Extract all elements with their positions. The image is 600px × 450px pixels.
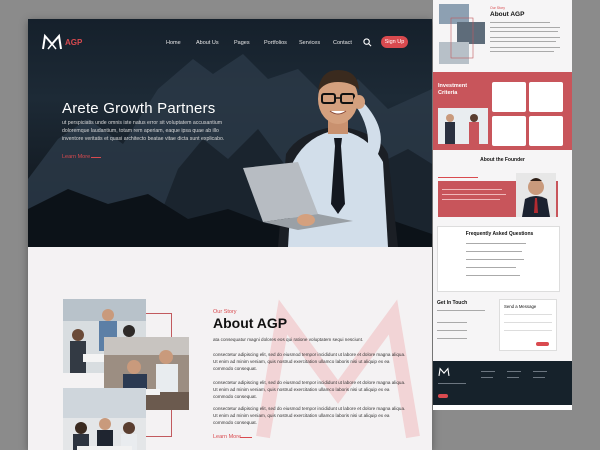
side-text-line	[442, 194, 506, 196]
side-footer-link[interactable]	[507, 377, 519, 379]
main-page-mockup: AGP Home About Us Pages Portfolios Servi…	[28, 19, 432, 450]
hero-title: Arete Growth Partners	[62, 100, 216, 117]
side-message-title: Send a Message	[504, 304, 537, 309]
about-section: Our Story About AGP ata consequatur magn…	[28, 247, 432, 450]
side-contact-title: Get In Touch	[437, 300, 468, 306]
side-footer-link[interactable]	[533, 371, 547, 373]
side-input-field[interactable]	[504, 322, 552, 324]
about-title: About AGP	[213, 315, 288, 331]
side-text-line	[490, 51, 554, 53]
hero-section: AGP Home About Us Pages Portfolios Servi…	[28, 19, 432, 247]
side-founder-title: About the Founder	[480, 157, 525, 163]
side-text-line	[442, 189, 502, 191]
office-team-photo	[63, 388, 146, 450]
side-text-line	[490, 47, 560, 49]
side-text-line	[490, 37, 560, 39]
side-text-line	[490, 27, 560, 29]
side-message-form: Send a Message	[499, 299, 557, 351]
side-criteria-card	[529, 82, 563, 112]
side-copyright-bar	[433, 405, 572, 410]
side-text-line	[490, 41, 556, 43]
side-about-collage-image	[439, 4, 485, 64]
side-input-field[interactable]	[504, 330, 552, 332]
side-founder-label	[438, 177, 478, 179]
side-contact-detail	[437, 338, 467, 340]
side-faq-box: Frequently Asked Questions	[437, 226, 560, 292]
about-link-underline	[240, 437, 252, 438]
side-footer-text	[438, 383, 466, 385]
side-investment-section: Investment Criteria	[433, 72, 572, 150]
side-faq-title: Frequently Asked Questions	[465, 231, 534, 237]
about-paragraph-4: consectetur adipiscing elit, sed do eius…	[213, 406, 406, 425]
side-text-line	[437, 310, 485, 312]
side-footer-link[interactable]	[481, 371, 495, 373]
side-faq-item[interactable]	[466, 275, 520, 277]
side-founder-band	[438, 173, 558, 217]
side-text-line	[490, 31, 558, 33]
side-footer-link[interactable]	[507, 371, 521, 373]
side-investment-title: Investment Criteria	[438, 83, 468, 96]
about-paragraph-1: ata consequatur magni dolores eos qui ra…	[213, 337, 364, 342]
side-faq-item[interactable]	[466, 267, 516, 269]
side-faq-item[interactable]	[466, 251, 522, 253]
side-footer-link[interactable]	[533, 377, 545, 379]
hero-learn-more-link[interactable]: Learn More	[62, 154, 90, 160]
side-text-line	[490, 22, 550, 24]
side-founder-photo	[516, 173, 556, 217]
side-input-field[interactable]	[504, 314, 552, 316]
side-footer	[433, 361, 572, 405]
about-learn-more-link[interactable]: Learn More	[213, 434, 241, 440]
side-footer-logo-icon[interactable]	[438, 367, 450, 377]
about-paragraph-2: consectetur adipiscing elit, sed do eius…	[213, 352, 406, 371]
side-text-line	[442, 199, 500, 201]
side-contact-detail	[437, 322, 467, 324]
side-footer-button[interactable]	[438, 394, 448, 398]
businessman-with-laptop-image	[243, 70, 398, 247]
side-criteria-card	[492, 116, 526, 146]
hero-link-underline	[91, 157, 101, 158]
nav-home[interactable]: Home	[166, 40, 181, 46]
side-criteria-card	[529, 116, 563, 146]
side-criteria-card	[492, 82, 526, 112]
about-paragraph-3: consectetur adipiscing elit, sed do eius…	[213, 380, 406, 399]
nav-about-us[interactable]: About Us	[196, 40, 219, 46]
side-footer-link[interactable]	[481, 377, 493, 379]
side-about-eyebrow: Our Story	[490, 6, 505, 10]
brand-name[interactable]: AGP	[65, 38, 82, 47]
side-faq-item[interactable]	[466, 243, 526, 245]
hero-description: ut perspiciatis unde omnis iste natus er…	[62, 120, 225, 142]
side-about-section: Our Story About AGP	[433, 0, 572, 72]
side-send-button[interactable]	[536, 342, 549, 346]
agp-logo-icon[interactable]	[42, 33, 62, 51]
side-about-title: About AGP	[490, 11, 525, 18]
side-investment-photo	[438, 108, 488, 144]
side-faq-item[interactable]	[466, 259, 524, 261]
side-page-thumbnail: Our Story About AGP Investment Criteria …	[433, 0, 572, 410]
side-contact-detail	[437, 330, 467, 332]
